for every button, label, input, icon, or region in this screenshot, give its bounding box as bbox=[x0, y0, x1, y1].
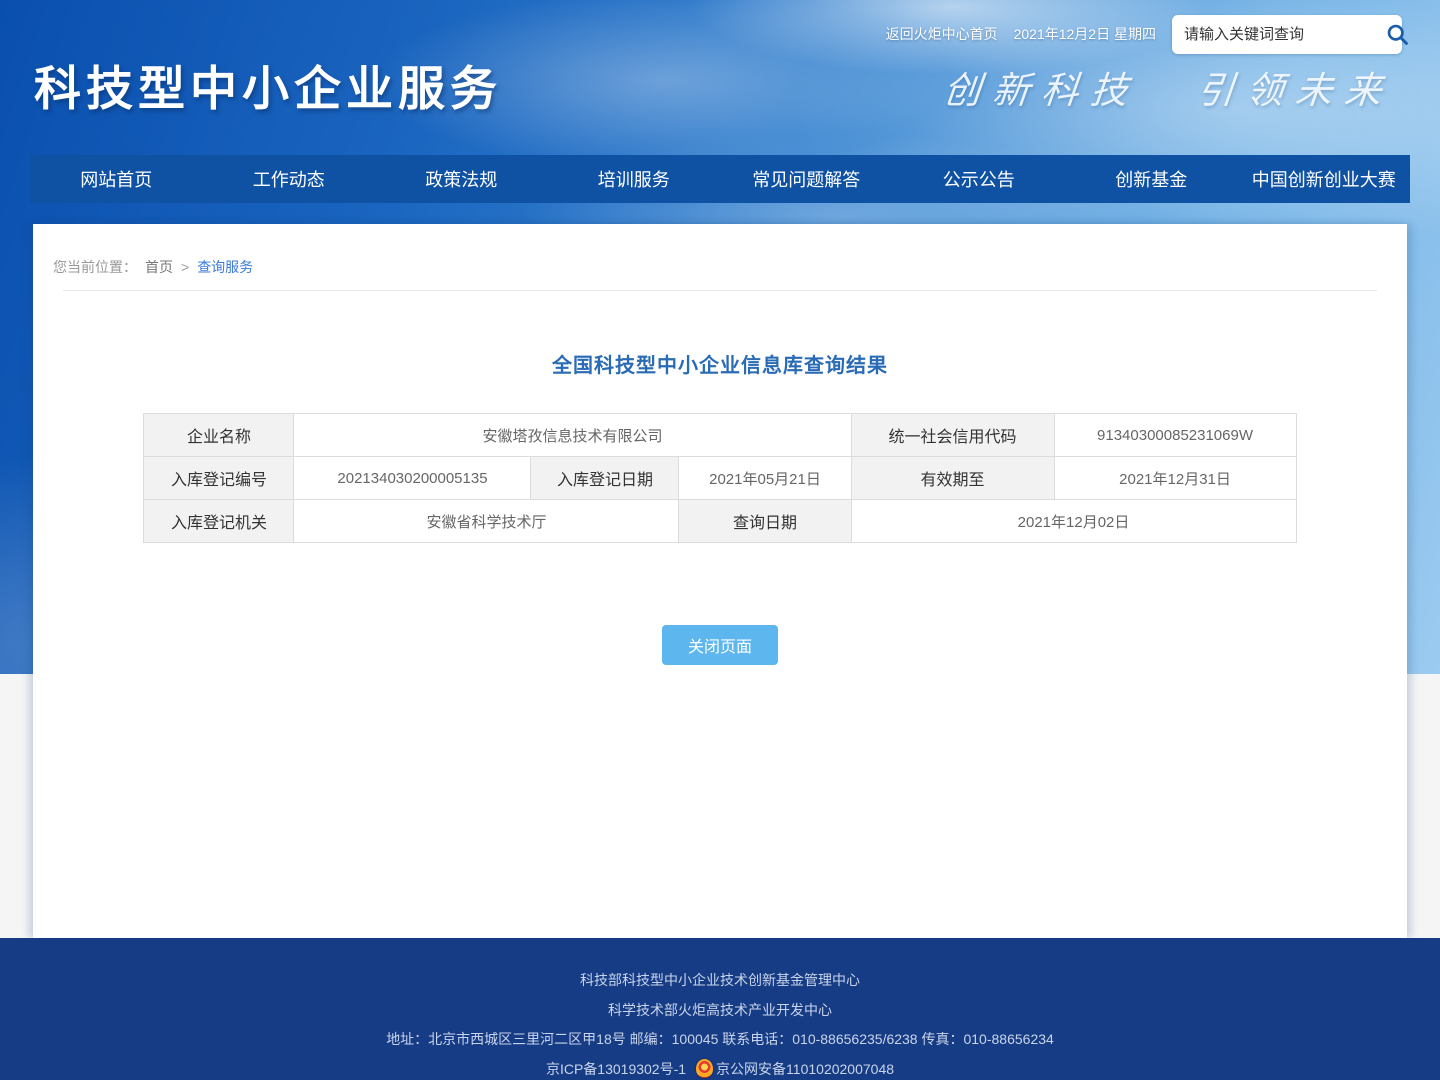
table-row: 入库登记编号 202134030200005135 入库登记日期 2021年05… bbox=[144, 457, 1296, 500]
police-registration-link[interactable]: 京公网安备11010202007048 bbox=[716, 1061, 894, 1077]
valid-until-label: 有效期至 bbox=[851, 457, 1054, 500]
nav-item-innovation-fund[interactable]: 创新基金 bbox=[1065, 155, 1238, 203]
query-result-table: 企业名称 安徽塔孜信息技术有限公司 统一社会信用代码 9134030008523… bbox=[143, 413, 1296, 543]
reg-date-value: 2021年05月21日 bbox=[679, 457, 851, 500]
nav-item-competition[interactable]: 中国创新创业大赛 bbox=[1238, 155, 1411, 203]
credit-code-value: 91340300085231069W bbox=[1054, 414, 1296, 457]
breadcrumb: 您当前位置： 首页 > 查询服务 bbox=[33, 224, 1407, 277]
footer-org-line-1: 科技部科技型中小企业技术创新基金管理中心 bbox=[0, 970, 1440, 990]
breadcrumb-current-link[interactable]: 查询服务 bbox=[197, 257, 253, 277]
icp-license-link[interactable]: 京ICP备13019302号-1 bbox=[546, 1061, 686, 1077]
search-box bbox=[1172, 15, 1402, 54]
credit-code-label: 统一社会信用代码 bbox=[851, 414, 1054, 457]
reg-number-value: 202134030200005135 bbox=[294, 457, 531, 500]
company-name-label: 企业名称 bbox=[144, 414, 294, 457]
nav-item-faq[interactable]: 常见问题解答 bbox=[720, 155, 893, 203]
site-header: 科技型中小企业服务 创新科技 引领未来 返回火炬中心首页 2021年12月2日 … bbox=[0, 0, 1440, 155]
company-name-value: 安徽塔孜信息技术有限公司 bbox=[294, 414, 851, 457]
top-utility-bar: 返回火炬中心首页 2021年12月2日 星期四 bbox=[886, 14, 1402, 54]
query-date-label: 查询日期 bbox=[679, 500, 851, 543]
valid-until-value: 2021年12月31日 bbox=[1054, 457, 1296, 500]
breadcrumb-prefix: 您当前位置： bbox=[53, 257, 137, 277]
current-date-text: 2021年12月2日 星期四 bbox=[1014, 24, 1156, 44]
footer-registration-line: 京ICP备13019302号-1 京公网安备11010202007048 bbox=[0, 1059, 1440, 1079]
police-badge-icon bbox=[696, 1059, 713, 1078]
breadcrumb-separator: > bbox=[181, 259, 189, 275]
reg-number-label: 入库登记编号 bbox=[144, 457, 294, 500]
query-date-value: 2021年12月02日 bbox=[851, 500, 1296, 543]
breadcrumb-home-link[interactable]: 首页 bbox=[145, 257, 173, 277]
site-slogan: 创新科技 引领未来 bbox=[941, 60, 1396, 114]
footer-org-line-2: 科学技术部火炬高技术产业开发中心 bbox=[0, 1000, 1440, 1020]
return-torch-center-link[interactable]: 返回火炬中心首页 bbox=[886, 24, 998, 44]
nav-item-training[interactable]: 培训服务 bbox=[548, 155, 721, 203]
table-row: 企业名称 安徽塔孜信息技术有限公司 统一社会信用代码 9134030008523… bbox=[144, 414, 1296, 457]
nav-item-announcements[interactable]: 公示公告 bbox=[893, 155, 1066, 203]
reg-agency-label: 入库登记机关 bbox=[144, 500, 294, 543]
reg-date-label: 入库登记日期 bbox=[531, 457, 679, 500]
result-page-title: 全国科技型中小企业信息库查询结果 bbox=[33, 349, 1407, 378]
search-button[interactable] bbox=[1383, 20, 1412, 49]
search-input[interactable] bbox=[1184, 26, 1383, 43]
main-navigation: 网站首页 工作动态 政策法规 培训服务 常见问题解答 公示公告 创新基金 中国创… bbox=[30, 155, 1410, 203]
footer-address-line: 地址：北京市西城区三里河二区甲18号 邮编：100045 联系电话：010-88… bbox=[0, 1029, 1440, 1049]
nav-item-home[interactable]: 网站首页 bbox=[30, 155, 203, 203]
page-footer: 科技部科技型中小企业技术创新基金管理中心 科学技术部火炬高技术产业开发中心 地址… bbox=[0, 938, 1440, 1080]
nav-item-work-news[interactable]: 工作动态 bbox=[203, 155, 376, 203]
nav-item-policies[interactable]: 政策法规 bbox=[375, 155, 548, 203]
site-logo: 科技型中小企业服务 bbox=[34, 50, 502, 119]
table-row: 入库登记机关 安徽省科学技术厅 查询日期 2021年12月02日 bbox=[144, 500, 1296, 543]
breadcrumb-divider bbox=[63, 290, 1377, 291]
content-panel: 您当前位置： 首页 > 查询服务 全国科技型中小企业信息库查询结果 企业名称 安… bbox=[33, 224, 1407, 938]
close-page-button[interactable]: 关闭页面 bbox=[662, 625, 778, 665]
search-icon bbox=[1385, 22, 1410, 47]
reg-agency-value: 安徽省科学技术厅 bbox=[294, 500, 679, 543]
